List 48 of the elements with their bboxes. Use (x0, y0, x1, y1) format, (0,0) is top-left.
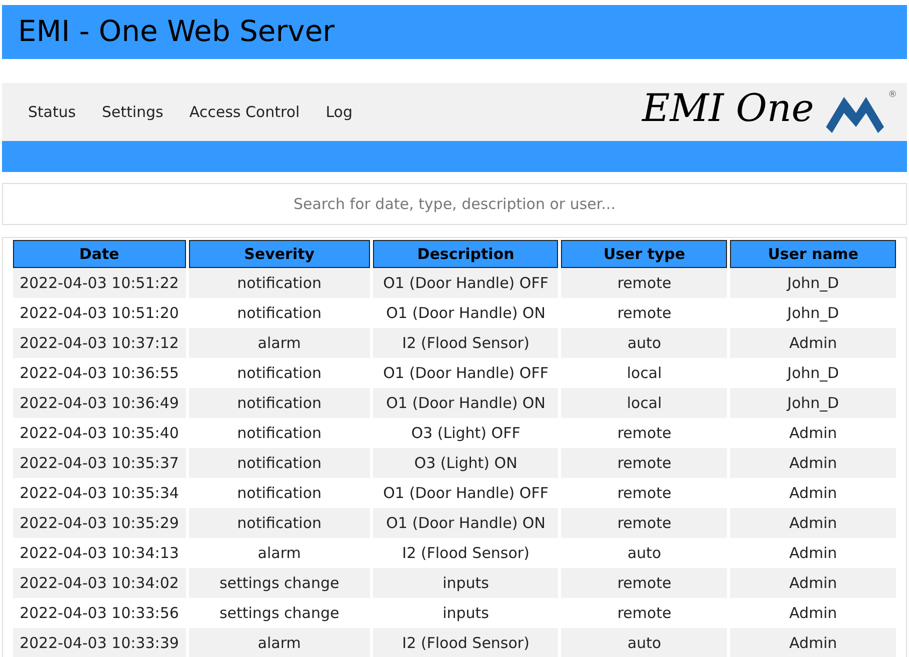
table-cell: 2022-04-03 10:37:12 (13, 328, 186, 358)
table-cell: Admin (730, 628, 896, 657)
column-header[interactable]: User name (730, 240, 896, 268)
table-cell: 2022-04-03 10:51:22 (13, 268, 186, 298)
table-cell: auto (561, 628, 728, 657)
table-cell: notification (188, 388, 370, 418)
table-cell: O1 (Door Handle) ON (373, 508, 558, 538)
table-cell: remote (561, 508, 728, 538)
table-cell: O3 (Light) ON (373, 448, 558, 478)
table-cell: Admin (730, 568, 896, 598)
table-cell: notification (188, 448, 370, 478)
table-cell: Admin (730, 448, 896, 478)
table-cell: John_D (730, 388, 896, 418)
table-cell: O1 (Door Handle) OFF (373, 268, 558, 298)
nav-link[interactable]: Status (18, 96, 86, 128)
table-cell: I2 (Flood Sensor) (373, 328, 558, 358)
table-cell: 2022-04-03 10:33:39 (13, 628, 186, 657)
column-header[interactable]: User type (561, 240, 728, 268)
column-header[interactable]: Description (373, 240, 558, 268)
table-cell: auto (561, 328, 728, 358)
table-cell: local (561, 388, 728, 418)
column-header[interactable]: Severity (188, 240, 370, 268)
nav-link[interactable]: Access Control (179, 96, 310, 128)
table-cell: inputs (373, 568, 558, 598)
table-cell: settings change (188, 568, 370, 598)
registered-mark: ® (888, 89, 897, 102)
table-cell: notification (188, 268, 370, 298)
table-cell: Admin (730, 508, 896, 538)
table-cell: alarm (188, 628, 370, 657)
nav-link[interactable]: Log (316, 96, 362, 128)
logo-text: EMI One (642, 89, 814, 127)
table-cell: remote (561, 568, 728, 598)
column-header[interactable]: Date (13, 240, 186, 268)
table-cell: alarm (188, 328, 370, 358)
search-field[interactable]: Search for date, type, description or user... (2, 183, 907, 225)
table-cell: O1 (Door Handle) ON (373, 388, 558, 418)
table-cell: Admin (730, 328, 896, 358)
table-cell: remote (561, 268, 728, 298)
table-cell: John_D (730, 268, 896, 298)
table-cell: 2022-04-03 10:35:29 (13, 508, 186, 538)
nav-link[interactable]: Settings (92, 96, 174, 128)
table-cell: I2 (Flood Sensor) (373, 628, 558, 657)
table-cell: remote (561, 448, 728, 478)
table-cell: 2022-04-03 10:36:49 (13, 388, 186, 418)
table-cell: 2022-04-03 10:35:37 (13, 448, 186, 478)
page-title: EMI - One Web Server (18, 13, 335, 50)
table-cell: 2022-04-03 10:34:02 (13, 568, 186, 598)
table-cell: notification (188, 508, 370, 538)
